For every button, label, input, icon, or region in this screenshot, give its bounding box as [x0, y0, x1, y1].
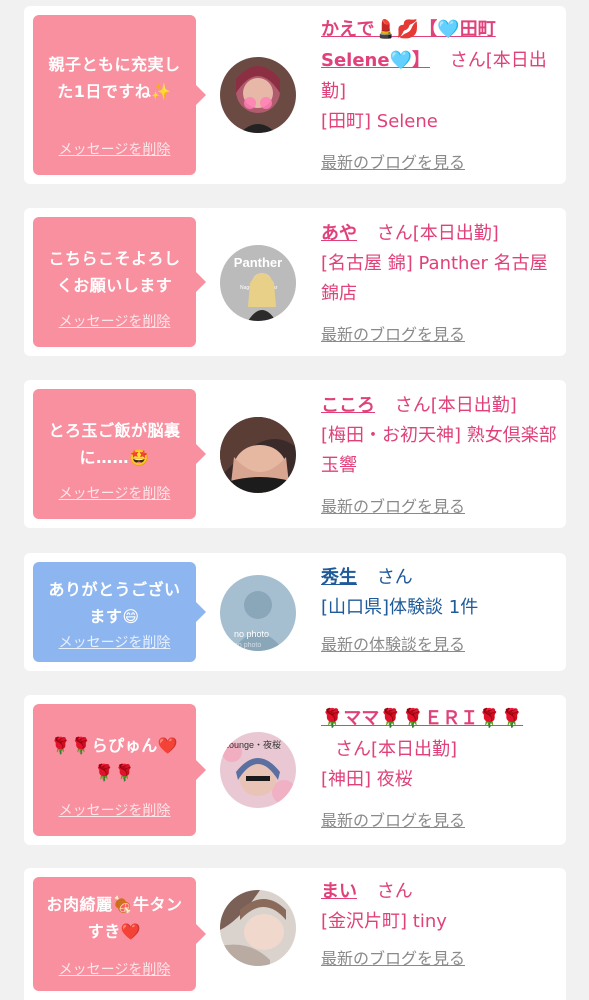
sender-info: まい さん [金沢片町] tiny 最新のブログを見る — [321, 876, 558, 969]
message-bubble: 🌹🌹らぴゅん❤️🌹🌹 メッセージを削除 — [33, 704, 206, 836]
shop-text: [神田] 夜桜 — [321, 769, 413, 790]
status-text: [本日出勤] — [412, 223, 499, 244]
sender-name-link[interactable]: まい — [321, 881, 357, 902]
delete-message-link[interactable]: メッセージを削除 — [33, 311, 196, 331]
avatar[interactable] — [220, 57, 296, 133]
sender-name-link[interactable]: 🌹ママ🌹🌹ＥＲＩ🌹🌹 — [321, 708, 523, 729]
message-card: お肉綺麗🍖牛タンすき❤️ メッセージを削除 まい さん [金沢片町] tiny … — [24, 868, 566, 1000]
message-text: とろ玉ご飯が脳裏に……🤩 — [48, 421, 181, 467]
sender-name-link[interactable]: 秀生 — [321, 567, 357, 588]
sender-info: 🌹ママ🌹🌹ＥＲＩ🌹🌹 さん[本日出勤] [神田] 夜桜 最新のブログを見る — [321, 703, 558, 831]
sender-name-link[interactable]: こころ — [321, 395, 375, 416]
message-card: とろ玉ご飯が脳裏に……🤩 メッセージを削除 こころ さん[本日出勤] [梅田・お… — [24, 380, 566, 528]
delete-message-link[interactable]: メッセージを削除 — [33, 483, 196, 503]
latest-experience-link[interactable]: 最新の体験談を見る — [321, 631, 465, 655]
shop-text: [山口県]体験談 1件 — [321, 597, 479, 618]
sender-info: かえで💄💋【🩵田町Selene🩵】 さん[本日出勤] [田町] Selene 最… — [321, 14, 558, 173]
message-text: 🌹🌹らぴゅん❤️🌹🌹 — [50, 736, 179, 782]
message-card: 親子ともに充実した1日ですね✨ メッセージを削除 かえで💄💋【🩵田町Selene… — [24, 6, 566, 184]
message-bubble: とろ玉ご飯が脳裏に……🤩 メッセージを削除 — [33, 389, 206, 519]
shop-text: [田町] Selene — [321, 111, 438, 132]
latest-blog-link[interactable]: 最新のブログを見る — [321, 493, 465, 517]
message-card: ありがとうございます😄 メッセージを削除 no photo no photo 秀… — [24, 553, 566, 671]
sender-info: こころ さん[本日出勤] [梅田・お初天神] 熟女倶楽部 玉響 最新のブログを見… — [321, 390, 558, 517]
latest-blog-link[interactable]: 最新のブログを見る — [321, 807, 465, 831]
avatar[interactable] — [220, 890, 296, 966]
avatar[interactable] — [220, 417, 296, 493]
avatar[interactable]: Panther Nagoya girls' bar — [220, 245, 296, 321]
latest-blog-link[interactable]: 最新のブログを見る — [321, 149, 465, 173]
no-photo-subtext: no photo — [234, 642, 261, 649]
sender-info: あや さん[本日出勤] [名古屋 錦] Panther 名古屋錦店 最新のブログ… — [321, 218, 558, 345]
no-photo-text: no photo — [234, 629, 269, 639]
sender-info: 秀生 さん [山口県]体験談 1件 最新の体験談を見る — [321, 562, 558, 655]
honorific: さん — [449, 50, 486, 71]
honorific: さん — [394, 395, 431, 416]
shop-text: [金沢片町] tiny — [321, 911, 447, 932]
avatar-brand-text: Lounge・夜桜 — [224, 739, 281, 750]
latest-blog-link[interactable]: 最新のブログを見る — [321, 321, 465, 345]
avatar-brand-text: Panther — [234, 255, 282, 270]
avatar[interactable]: Lounge・夜桜 — [220, 732, 296, 808]
message-card: こちらこそよろしくお願いします メッセージを削除 Panther Nagoya … — [24, 208, 566, 356]
message-bubble: 親子ともに充実した1日ですね✨ メッセージを削除 — [33, 15, 206, 175]
message-list: 親子ともに充実した1日ですね✨ メッセージを削除 かえで💄💋【🩵田町Selene… — [0, 0, 589, 1000]
status-text: [本日出勤] — [371, 739, 458, 760]
message-bubble: こちらこそよろしくお願いします メッセージを削除 — [33, 217, 206, 347]
status-text: [本日出勤] — [430, 395, 517, 416]
latest-blog-link[interactable]: 最新のブログを見る — [321, 945, 465, 969]
delete-message-link[interactable]: メッセージを削除 — [33, 959, 196, 979]
honorific: さん — [376, 881, 413, 902]
delete-message-link[interactable]: メッセージを削除 — [33, 800, 196, 820]
message-text: 親子ともに充実した1日ですね✨ — [48, 55, 181, 101]
avatar[interactable]: no photo no photo — [220, 575, 296, 651]
sender-name-link[interactable]: あや — [321, 223, 357, 244]
message-text: お肉綺麗🍖牛タンすき❤️ — [46, 895, 183, 941]
message-bubble: お肉綺麗🍖牛タンすき❤️ メッセージを削除 — [33, 877, 206, 991]
honorific: さん — [376, 567, 413, 588]
message-card: 🌹🌹らぴゅん❤️🌹🌹 メッセージを削除 Lounge・夜桜 🌹ママ🌹🌹ＥＲＩ🌹🌹… — [24, 695, 566, 845]
shop-text: [名古屋 錦] Panther 名古屋錦店 — [321, 253, 548, 304]
honorific: さん — [376, 223, 413, 244]
delete-message-link[interactable]: メッセージを削除 — [33, 632, 196, 652]
message-text: ありがとうございます😄 — [48, 580, 181, 626]
message-text: こちらこそよろしくお願いします — [48, 249, 181, 295]
shop-text: [梅田・お初天神] 熟女倶楽部 玉響 — [321, 425, 557, 476]
message-bubble: ありがとうございます😄 メッセージを削除 — [33, 562, 206, 662]
honorific: さん — [335, 739, 371, 760]
delete-message-link[interactable]: メッセージを削除 — [33, 139, 196, 159]
